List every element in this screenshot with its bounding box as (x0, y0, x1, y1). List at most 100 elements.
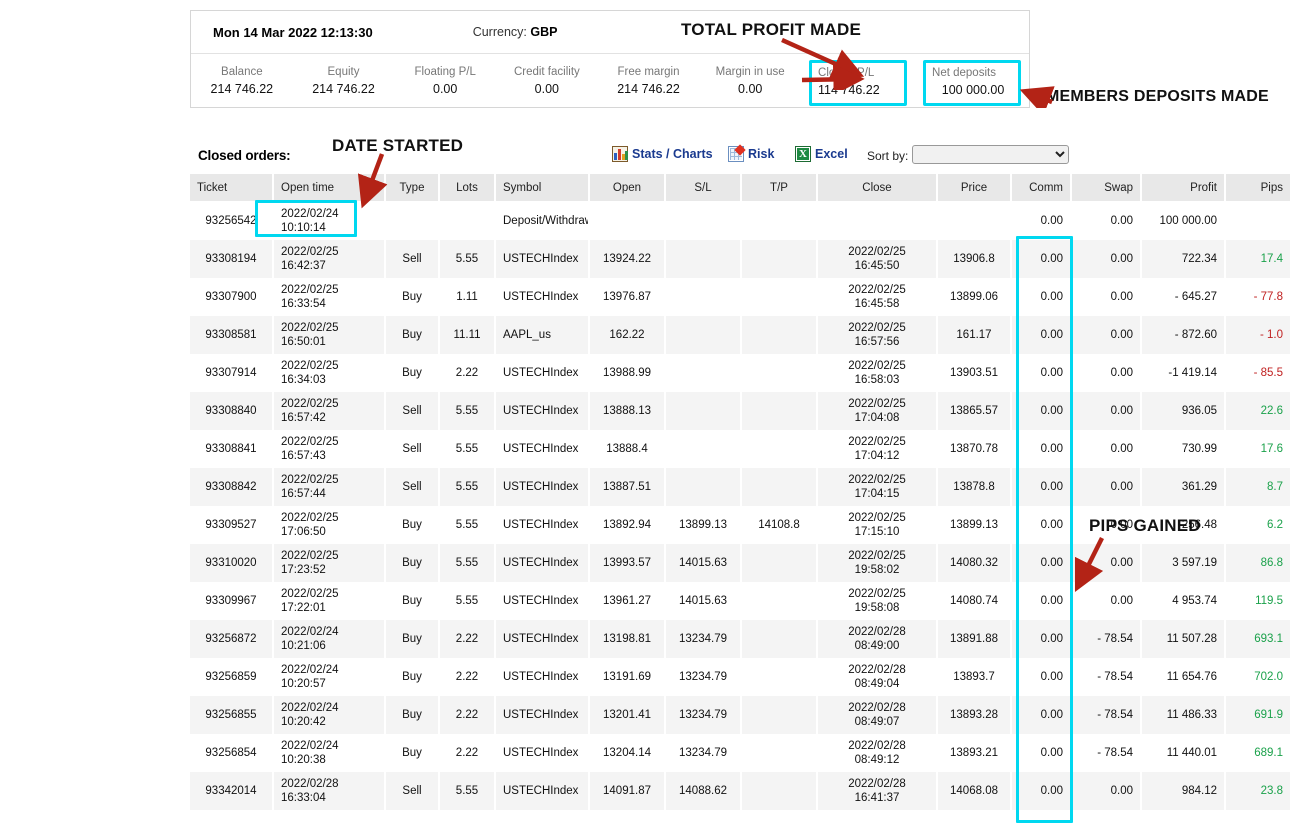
cell-lots: 5.55 (439, 430, 496, 468)
table-row[interactable]: 93310020 2022/02/25 17:23:52 Buy 5.55 USTECHI… (190, 544, 1290, 582)
cell-tp (741, 354, 818, 392)
cell-pips: - 1.0 (1225, 316, 1290, 354)
table-row[interactable]: 93256855 2022/02/24 10:20:42 Buy 2.22 USTECHI… (190, 696, 1290, 734)
table-row[interactable]: 93342014 2022/02/28 16:33:04 Sell 5.55 USTECH… (190, 772, 1290, 810)
cell-symbol: USTECHIndex (495, 392, 590, 430)
cell-comm: 0.00 (1011, 354, 1072, 392)
column-header-type[interactable]: Type (385, 174, 440, 202)
cell-price: 14080.32 (937, 544, 1012, 582)
cell-close: 2022/02/25 17:15:10 (817, 506, 938, 544)
annotation-members-deposits: MEMBERS DEPOSITS MADE (1046, 88, 1269, 105)
cell-type: Buy (385, 544, 440, 582)
cell-swap: - 78.54 (1071, 734, 1142, 772)
column-header-ticket[interactable]: Ticket (190, 174, 274, 202)
column-header-close[interactable]: Close (817, 174, 938, 202)
cell-sl (665, 240, 742, 278)
stat-label: Margin in use (715, 66, 785, 78)
cell-ticket: 93256859 (190, 658, 274, 696)
cell-pips: 17.6 (1225, 430, 1290, 468)
cell-open: 13191.69 (589, 658, 666, 696)
table-row[interactable]: 93308840 2022/02/25 16:57:42 Sell 5.55 USTECH… (190, 392, 1290, 430)
table-row[interactable]: 93308581 2022/02/25 16:50:01 Buy 11.11 AAPL_u… (190, 316, 1290, 354)
table-row[interactable]: 93308841 2022/02/25 16:57:43 Sell 5.55 USTECH… (190, 430, 1290, 468)
table-header-row: Ticket Open time Type Lots Symbol Open S… (190, 174, 1290, 202)
cell-profit: 11 507.28 (1141, 620, 1226, 658)
column-header-symbol[interactable]: Symbol (495, 174, 590, 202)
table-row[interactable]: 93307900 2022/02/25 16:33:54 Buy 1.11 USTECHI… (190, 278, 1290, 316)
stat-value: 114 746.22 (818, 83, 880, 97)
cell-pips: - 77.8 (1225, 278, 1290, 316)
stat-credit-facility: Credit facility 0.00 (496, 64, 598, 98)
cell-pips: 693.1 (1225, 620, 1290, 658)
table-row[interactable]: 93309967 2022/02/25 17:22:01 Buy 5.55 USTECHI… (190, 582, 1290, 620)
cell-comm: 0.00 (1011, 506, 1072, 544)
stat-value: 214 746.22 (210, 82, 274, 96)
cell-close: 2022/02/25 16:57:56 (817, 316, 938, 354)
cell-comm: 0.00 (1011, 201, 1072, 240)
table-row[interactable]: 93308194 2022/02/25 16:42:37 Sell 5.55 USTECH… (190, 240, 1290, 278)
cell-open (589, 201, 666, 240)
cell-profit: 936.05 (1141, 392, 1226, 430)
stat-label: Net deposits (932, 67, 996, 79)
cell-close: 2022/02/25 17:04:15 (817, 468, 938, 506)
cell-symbol: USTECHIndex (495, 772, 590, 810)
cell-profit: 730.99 (1141, 430, 1226, 468)
column-header-swap[interactable]: Swap (1071, 174, 1142, 202)
cell-tp (741, 582, 818, 620)
cell-profit: - 645.27 (1141, 278, 1226, 316)
column-header-lots[interactable]: Lots (439, 174, 496, 202)
column-header-open[interactable]: Open (589, 174, 666, 202)
table-row[interactable]: 93256854 2022/02/24 10:20:38 Buy 2.22 USTECHI… (190, 734, 1290, 772)
column-header-profit[interactable]: Profit (1141, 174, 1226, 202)
cell-lots: 2.22 (439, 620, 496, 658)
cell-comm: 0.00 (1011, 582, 1072, 620)
cell-swap: 0.00 (1071, 544, 1142, 582)
cell-symbol: USTECHIndex (495, 544, 590, 582)
cell-close: 2022/02/28 08:49:04 (817, 658, 938, 696)
table-row[interactable]: 93308842 2022/02/25 16:57:44 Sell 5.55 USTECH… (190, 468, 1290, 506)
table-row[interactable]: 93256542 2022/02/24 10:10:14 Deposit/Withdr… (190, 201, 1290, 240)
table-row[interactable]: 93307914 2022/02/25 16:34:03 Buy 2.22 USTECHI… (190, 354, 1290, 392)
cell-price: 13893.28 (937, 696, 1012, 734)
excel-export-button[interactable]: X Excel (795, 146, 848, 162)
column-header-pips[interactable]: Pips (1225, 174, 1290, 202)
cell-type: Buy (385, 278, 440, 316)
column-header-comm[interactable]: Comm (1011, 174, 1072, 202)
account-datetime: Mon 14 Mar 2022 12:13:30 (213, 24, 373, 40)
table-row[interactable]: 93256872 2022/02/24 10:21:06 Buy 2.22 USTECHI… (190, 620, 1290, 658)
cell-profit: -1 419.14 (1141, 354, 1226, 392)
cell-close: 2022/02/28 08:49:12 (817, 734, 938, 772)
cell-comm: 0.00 (1011, 278, 1072, 316)
risk-button[interactable]: Risk (728, 144, 775, 162)
stat-closed-pl: Closed P/L 114 746.22 (809, 60, 908, 106)
stat-value: 214 746.22 (312, 82, 375, 96)
cell-type: Sell (385, 430, 440, 468)
cell-price: 13893.7 (937, 658, 1012, 696)
cell-price: 14080.74 (937, 582, 1012, 620)
annotation-date-started: DATE STARTED (332, 136, 464, 155)
sort-by-select[interactable] (912, 145, 1069, 164)
cell-lots: 11.11 (439, 316, 496, 354)
account-header-row: Mon 14 Mar 2022 12:13:30 Currency: GBP (191, 11, 1029, 54)
stat-label: Credit facility (513, 66, 580, 78)
column-header-tp[interactable]: T/P (741, 174, 818, 202)
cell-symbol: USTECHIndex (495, 278, 590, 316)
cell-symbol: USTECHIndex (495, 354, 590, 392)
cell-lots: 5.55 (439, 506, 496, 544)
column-header-open-time[interactable]: Open time (273, 174, 386, 202)
stat-label: Floating P/L (414, 66, 476, 78)
column-header-sl[interactable]: S/L (665, 174, 742, 202)
cell-swap: - 78.54 (1071, 696, 1142, 734)
table-row[interactable]: 93256859 2022/02/24 10:20:57 Buy 2.22 USTECHI… (190, 658, 1290, 696)
cell-symbol: USTECHIndex (495, 468, 590, 506)
stats-charts-button[interactable]: Stats / Charts (612, 146, 713, 162)
cell-price: 13870.78 (937, 430, 1012, 468)
risk-label: Risk (748, 147, 775, 161)
cell-tp (741, 468, 818, 506)
cell-pips: - 85.5 (1225, 354, 1290, 392)
cell-sl (665, 278, 742, 316)
cell-price: 14068.08 (937, 772, 1012, 810)
cell-swap: 0.00 (1071, 354, 1142, 392)
cell-close: 2022/02/25 19:58:02 (817, 544, 938, 582)
column-header-price[interactable]: Price (937, 174, 1012, 202)
